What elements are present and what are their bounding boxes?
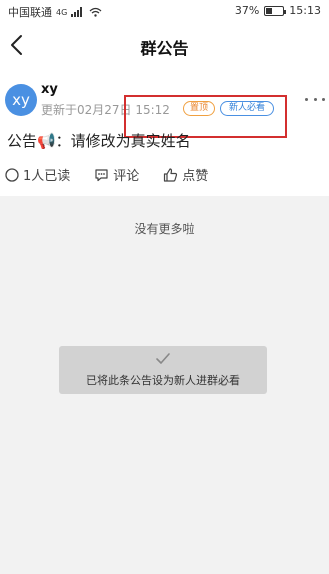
check-icon	[156, 353, 170, 364]
comment-label: 评论	[113, 169, 140, 184]
no-more-label: 没有更多啦	[134, 222, 195, 236]
dot-icon	[313, 97, 317, 101]
battery-percent: 37%	[234, 4, 260, 17]
announcement-content: 公告📢：请修改为真实姓名	[7, 132, 191, 150]
like-label: 点赞	[182, 169, 209, 184]
announcement-card: xy xy 更新于02月27日 15:12 置顶 新人必看 公告📢：请修改为真实…	[0, 68, 329, 196]
network-label: 4G	[56, 7, 68, 17]
toast: 已将此条公告设为新人进群必看	[59, 346, 267, 394]
battery-icon	[264, 5, 287, 16]
dot-icon	[322, 97, 325, 101]
wifi-icon	[89, 7, 102, 17]
comment-icon	[95, 168, 108, 181]
nav-bar: 群公告	[0, 22, 329, 68]
toast-message: 已将此条公告设为新人进群必看	[86, 374, 240, 387]
read-count-label: 1人已读	[23, 169, 71, 184]
action-bar: 1人已读 评论 点赞	[5, 165, 232, 184]
status-bar: 中国联通 4G 37% 15:13	[0, 0, 329, 22]
comment-button[interactable]: 评论	[94, 165, 139, 184]
status-right: 37% 15:13	[235, 4, 321, 17]
page-title: 群公告	[140, 39, 189, 58]
more-options-button[interactable]	[305, 95, 325, 103]
avatar[interactable]: xy	[5, 84, 37, 116]
signal-icon	[71, 7, 85, 17]
author-name: xy	[41, 82, 58, 97]
clock: 15:13	[289, 4, 321, 17]
thumbs-up-icon	[164, 167, 178, 182]
circle-icon	[5, 167, 19, 182]
dot-icon	[305, 97, 308, 101]
status-left: 中国联通 4G	[8, 4, 102, 20]
read-count-button[interactable]: 1人已读	[5, 165, 70, 184]
like-button[interactable]: 点赞	[163, 165, 208, 184]
carrier-label: 中国联通	[8, 6, 52, 19]
